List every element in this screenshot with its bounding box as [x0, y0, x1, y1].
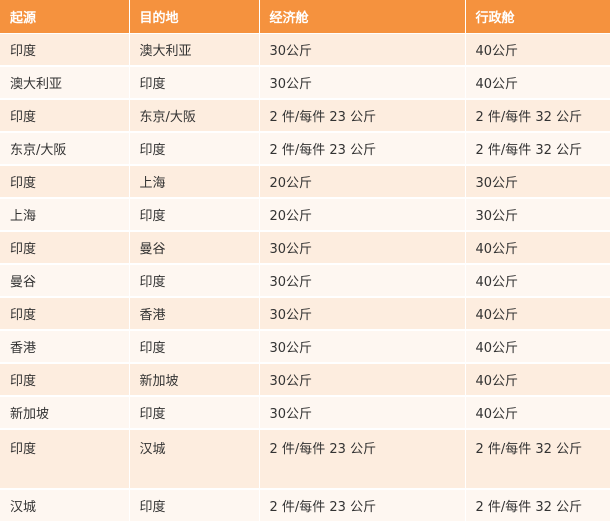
cell-destination: 汉城 — [129, 429, 260, 490]
cell-economy: 30公斤 — [259, 264, 466, 298]
cell-business: 40公斤 — [465, 330, 610, 364]
cell-economy: 2 件/每件 23 公斤 — [259, 489, 466, 523]
cell-economy: 2 件/每件 23 公斤 — [259, 132, 466, 166]
table-row: 印度 香港 30公斤 40公斤 — [0, 297, 610, 331]
table-row: 上海 印度 20公斤 30公斤 — [0, 198, 610, 232]
table-row: 新加坡 印度 30公斤 40公斤 — [0, 396, 610, 430]
header-destination: 目的地 — [129, 0, 260, 34]
cell-origin: 新加坡 — [0, 396, 130, 430]
table-body: 印度 澳大利亚 30公斤 40公斤 澳大利亚 印度 30公斤 40公斤 印度 东京/大阪 2 件/每… — [0, 33, 610, 523]
cell-origin: 印度 — [0, 33, 130, 67]
cell-economy: 2 件/每件 23 公斤 — [259, 99, 466, 133]
cell-economy: 2 件/每件 23 公斤 — [259, 429, 466, 490]
cell-economy: 30公斤 — [259, 33, 466, 67]
cell-destination: 印度 — [129, 489, 260, 523]
cell-destination: 上海 — [129, 165, 260, 199]
cell-origin: 澳大利亚 — [0, 66, 130, 100]
table-row: 印度 新加坡 30公斤 40公斤 — [0, 363, 610, 397]
cell-destination: 东京/大阪 — [129, 99, 260, 133]
table-row: 澳大利亚 印度 30公斤 40公斤 — [0, 66, 610, 100]
cell-business: 2 件/每件 32 公斤 — [465, 99, 610, 133]
header-economy: 经济舱 — [259, 0, 466, 34]
cell-origin: 汉城 — [0, 489, 130, 523]
cell-origin: 印度 — [0, 99, 130, 133]
table-row: 印度 上海 20公斤 30公斤 — [0, 165, 610, 199]
table-row: 印度 东京/大阪 2 件/每件 23 公斤 2 件/每件 32 公斤 — [0, 99, 610, 133]
cell-destination: 印度 — [129, 330, 260, 364]
cell-economy: 30公斤 — [259, 66, 466, 100]
cell-business: 30公斤 — [465, 198, 610, 232]
cell-business: 40公斤 — [465, 297, 610, 331]
cell-origin: 印度 — [0, 165, 130, 199]
header-origin: 起源 — [0, 0, 130, 34]
cell-economy: 30公斤 — [259, 297, 466, 331]
cell-origin: 印度 — [0, 231, 130, 265]
cell-economy: 30公斤 — [259, 231, 466, 265]
cell-destination: 印度 — [129, 264, 260, 298]
table-header: 起源 目的地 经济舱 行政舱 — [0, 0, 610, 34]
cell-business: 40公斤 — [465, 363, 610, 397]
cell-origin: 印度 — [0, 297, 130, 331]
cell-destination: 印度 — [129, 198, 260, 232]
cell-business: 2 件/每件 32 公斤 — [465, 132, 610, 166]
cell-business: 40公斤 — [465, 264, 610, 298]
cell-destination: 曼谷 — [129, 231, 260, 265]
table-row: 汉城 印度 2 件/每件 23 公斤 2 件/每件 32 公斤 — [0, 489, 610, 523]
header-business: 行政舱 — [465, 0, 610, 34]
cell-business: 40公斤 — [465, 231, 610, 265]
cell-business: 40公斤 — [465, 66, 610, 100]
cell-economy: 20公斤 — [259, 198, 466, 232]
cell-business: 30公斤 — [465, 165, 610, 199]
cell-destination: 印度 — [129, 132, 260, 166]
baggage-allowance-table: 起源 目的地 经济舱 行政舱 印度 澳大利亚 30公斤 40公斤 澳大利亚 印度 30公斤 4… — [0, 0, 610, 523]
cell-destination: 新加坡 — [129, 363, 260, 397]
table-row: 印度 澳大利亚 30公斤 40公斤 — [0, 33, 610, 67]
cell-economy: 30公斤 — [259, 330, 466, 364]
cell-destination: 印度 — [129, 66, 260, 100]
cell-economy: 30公斤 — [259, 396, 466, 430]
cell-destination: 印度 — [129, 396, 260, 430]
header-row: 起源 目的地 经济舱 行政舱 — [0, 0, 610, 34]
table-row: 香港 印度 30公斤 40公斤 — [0, 330, 610, 364]
cell-economy: 30公斤 — [259, 363, 466, 397]
cell-origin: 上海 — [0, 198, 130, 232]
cell-origin: 香港 — [0, 330, 130, 364]
cell-economy: 20公斤 — [259, 165, 466, 199]
table-row: 东京/大阪 印度 2 件/每件 23 公斤 2 件/每件 32 公斤 — [0, 132, 610, 166]
cell-business: 40公斤 — [465, 33, 610, 67]
cell-destination: 香港 — [129, 297, 260, 331]
table-row: 印度 曼谷 30公斤 40公斤 — [0, 231, 610, 265]
table-row: 曼谷 印度 30公斤 40公斤 — [0, 264, 610, 298]
cell-business: 2 件/每件 32 公斤 — [465, 429, 610, 490]
cell-business: 40公斤 — [465, 396, 610, 430]
cell-destination: 澳大利亚 — [129, 33, 260, 67]
cell-business: 2 件/每件 32 公斤 — [465, 489, 610, 523]
cell-origin: 印度 — [0, 429, 130, 490]
cell-origin: 东京/大阪 — [0, 132, 130, 166]
cell-origin: 曼谷 — [0, 264, 130, 298]
cell-origin: 印度 — [0, 363, 130, 397]
table-row: 印度 汉城 2 件/每件 23 公斤 2 件/每件 32 公斤 — [0, 429, 610, 490]
